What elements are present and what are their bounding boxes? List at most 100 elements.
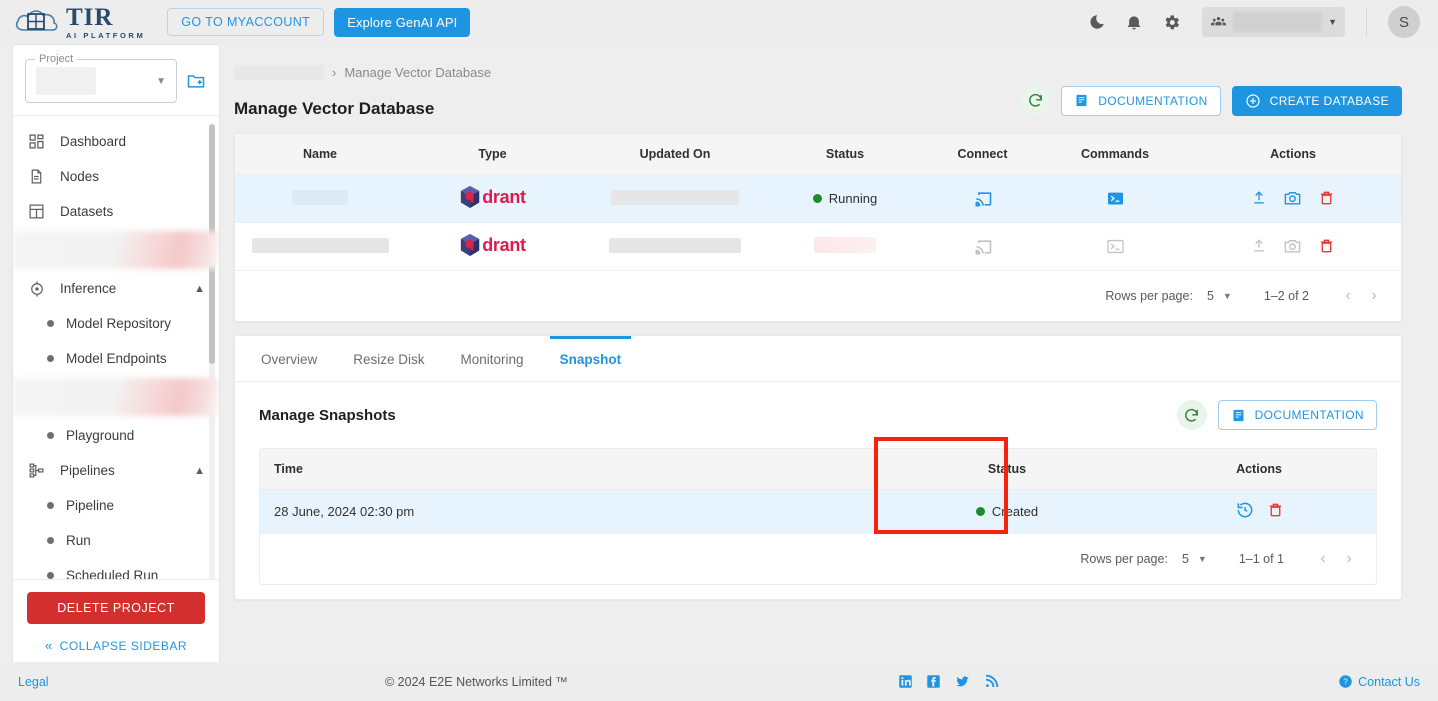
sidebar-item-dashboard[interactable]: Dashboard xyxy=(13,124,219,159)
status-badge: Running xyxy=(828,191,878,206)
table-row[interactable]: drant xyxy=(235,222,1401,271)
double-chevron-left-icon: « xyxy=(44,638,53,653)
rows-per-page-select[interactable]: 5 ▼ xyxy=(1182,552,1207,566)
breadcrumb-separator: › xyxy=(332,64,337,80)
tab-monitoring[interactable]: Monitoring xyxy=(443,336,542,381)
rows-per-page-label: Rows per page: xyxy=(1105,289,1193,303)
chevron-left-icon[interactable]: ‹ xyxy=(1310,546,1336,572)
contact-us-link[interactable]: ? Contact Us xyxy=(1338,674,1420,689)
legal-link[interactable]: Legal xyxy=(18,675,49,689)
sidebar-item-redacted[interactable] xyxy=(13,231,219,269)
bullet-icon xyxy=(47,537,54,544)
explore-genai-api-button[interactable]: Explore GenAI API xyxy=(334,7,471,37)
sidebar-group-pipelines[interactable]: Pipelines ▲ xyxy=(13,453,219,488)
cast-connect-icon xyxy=(973,237,993,257)
column-header-updated-on: Updated On xyxy=(580,134,770,175)
rss-icon[interactable] xyxy=(984,674,999,689)
cell-updated-on xyxy=(580,174,770,223)
snapshots-pagination: Rows per page: 5 ▼ 1–1 of 1 ‹ › xyxy=(260,534,1376,584)
delete-project-button[interactable]: DELETE PROJECT xyxy=(27,592,205,624)
facebook-icon[interactable] xyxy=(926,674,941,689)
sidebar-item-scheduled-run[interactable]: Scheduled Run xyxy=(13,558,219,579)
bell-icon[interactable] xyxy=(1124,12,1144,32)
book-icon xyxy=(1074,93,1089,108)
project-label: Project xyxy=(35,53,78,65)
delete-icon[interactable] xyxy=(1318,237,1335,255)
documentation-label: DOCUMENTATION xyxy=(1098,93,1208,108)
terminal-icon[interactable] xyxy=(1106,189,1125,208)
table-row[interactable]: drant Running xyxy=(235,174,1401,223)
tir-logo[interactable]: TIR AI PLATFORM xyxy=(14,5,145,40)
go-to-myaccount-button[interactable]: GO TO MYACCOUNT xyxy=(167,8,325,36)
team-name-redacted xyxy=(1233,12,1323,32)
gear-icon[interactable] xyxy=(1161,12,1181,32)
upgrade-icon[interactable] xyxy=(1251,189,1267,206)
sidebar-item-model-endpoints[interactable]: Model Endpoints xyxy=(13,341,219,376)
sidebar-item-run[interactable]: Run xyxy=(13,523,219,558)
tab-bar: Overview Resize Disk Monitoring Snapshot xyxy=(235,336,1401,382)
cell-actions xyxy=(1185,222,1401,271)
column-header-status: Status xyxy=(872,449,1142,490)
twitter-icon[interactable] xyxy=(954,674,971,689)
sidebar-item-model-repository[interactable]: Model Repository xyxy=(13,306,219,341)
qdrant-label: drant xyxy=(482,234,526,255)
rows-per-page-select[interactable]: 5 ▼ xyxy=(1207,289,1232,303)
delete-icon[interactable] xyxy=(1267,501,1284,519)
tab-snapshot[interactable]: Snapshot xyxy=(542,336,640,381)
column-header-actions: Actions xyxy=(1142,449,1376,490)
breadcrumb: › Manage Vector Database xyxy=(234,62,1402,82)
column-header-commands: Commands xyxy=(1045,134,1185,175)
copyright-text: © 2024 E2E Networks Limited ™ xyxy=(385,674,568,689)
column-header-connect: Connect xyxy=(920,134,1045,175)
qdrant-logo: drant xyxy=(459,185,526,209)
cell-updated-on xyxy=(580,222,770,271)
sidebar-group-inference[interactable]: Inference ▲ xyxy=(13,271,219,306)
refresh-icon[interactable] xyxy=(1020,85,1051,116)
chevron-up-icon: ▲ xyxy=(194,282,205,295)
moon-icon[interactable] xyxy=(1087,12,1107,32)
table-row[interactable]: 28 June, 2024 02:30 pm Created xyxy=(260,489,1376,534)
column-header-type: Type xyxy=(405,134,580,175)
team-selector[interactable]: ▼ xyxy=(1202,7,1345,37)
create-database-button[interactable]: CREATE DATABASE xyxy=(1231,85,1402,116)
linkedin-icon[interactable] xyxy=(898,674,913,689)
top-header: TIR AI PLATFORM GO TO MYACCOUNT Explore … xyxy=(0,0,1438,44)
book-icon xyxy=(1231,408,1246,423)
project-select[interactable]: Project ▼ xyxy=(25,53,177,103)
refresh-icon[interactable] xyxy=(1176,400,1207,430)
chevron-right-icon[interactable]: › xyxy=(1336,546,1362,572)
sidebar-item-label: Run xyxy=(66,533,91,548)
sidebar-item-pipeline[interactable]: Pipeline xyxy=(13,488,219,523)
snapshot-camera-icon[interactable] xyxy=(1283,188,1302,207)
snapshots-title: Manage Snapshots xyxy=(259,406,396,424)
cast-connect-icon[interactable] xyxy=(973,189,993,209)
column-header-actions: Actions xyxy=(1185,134,1401,175)
collapse-sidebar-button[interactable]: « COLLAPSE SIDEBAR xyxy=(27,638,205,653)
snapshots-documentation-button[interactable]: DOCUMENTATION xyxy=(1217,400,1377,430)
sidebar-item-redacted[interactable] xyxy=(13,378,219,416)
restore-icon[interactable] xyxy=(1235,500,1255,520)
sidebar-item-label: Scheduled Run xyxy=(66,568,159,579)
documentation-button[interactable]: DOCUMENTATION xyxy=(1061,85,1221,116)
documentation-label: DOCUMENTATION xyxy=(1254,408,1364,422)
folder-add-icon[interactable] xyxy=(185,71,207,91)
chevron-right-icon[interactable]: › xyxy=(1361,283,1387,309)
sidebar-item-nodes[interactable]: Nodes xyxy=(13,159,219,194)
logo-title: TIR xyxy=(66,3,114,31)
sidebar-item-playground[interactable]: Playground xyxy=(13,418,219,453)
cloud-logo-icon xyxy=(14,5,60,39)
sidebar-item-label: Inference xyxy=(60,281,117,296)
tab-resize-disk[interactable]: Resize Disk xyxy=(335,336,442,381)
chevron-down-icon: ▼ xyxy=(1197,554,1207,564)
tab-overview[interactable]: Overview xyxy=(243,336,335,381)
rows-per-page-label: Rows per page: xyxy=(1080,552,1168,566)
delete-icon[interactable] xyxy=(1318,189,1335,207)
chevron-left-icon[interactable]: ‹ xyxy=(1335,283,1361,309)
chevron-up-icon: ▲ xyxy=(194,464,205,477)
dashboard-icon xyxy=(27,132,46,151)
sidebar-item-label: Model Endpoints xyxy=(66,351,167,366)
breadcrumb-parent-redacted[interactable] xyxy=(234,64,324,80)
db-table-pagination: Rows per page: 5 ▼ 1–2 of 2 ‹ › xyxy=(235,271,1401,321)
sidebar-item-datasets[interactable]: Datasets xyxy=(13,194,219,229)
avatar[interactable]: S xyxy=(1388,6,1420,38)
